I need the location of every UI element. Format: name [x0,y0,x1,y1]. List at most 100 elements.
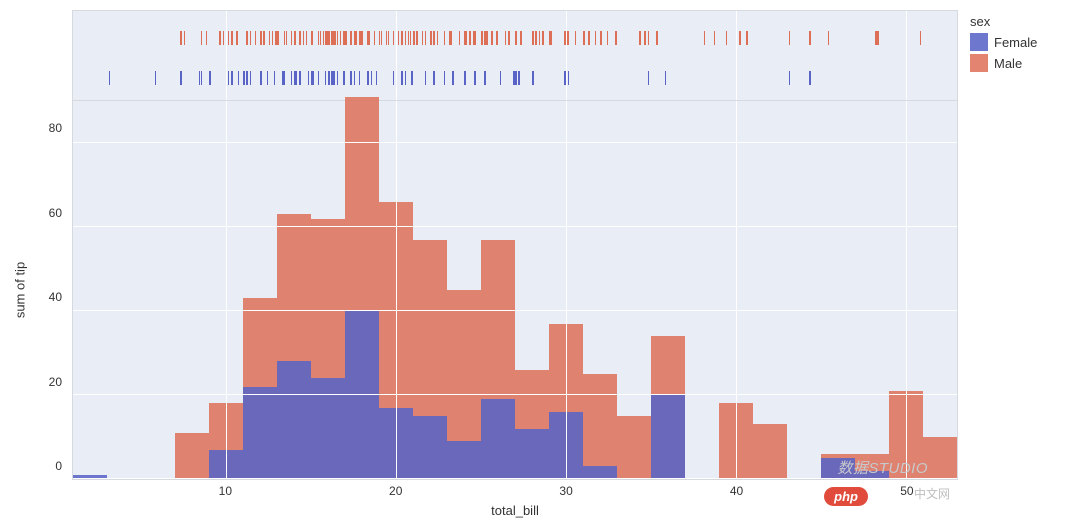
rug-tick [474,71,476,85]
rug-tick [491,31,493,45]
rug-tick [284,71,286,85]
rug-tick [665,71,667,85]
rug-tick [433,31,435,45]
rug-tick [350,31,352,45]
rug-tick [393,71,395,85]
rug-tick [607,31,609,45]
rug-tick [469,31,471,45]
x-tick-label: 50 [900,484,913,498]
rug-tick [515,31,517,45]
rug-tick [437,31,439,45]
bar-female [277,361,311,479]
legend-item-female: Female [970,33,1070,51]
rug-tick [656,31,658,45]
rug-tick [405,31,407,45]
rug-tick [381,31,383,45]
bar-group [821,101,855,479]
rug-tick [433,71,435,85]
rug-tick [450,31,452,45]
rug-tick [583,31,585,45]
bar-female [345,311,379,479]
rug-tick [238,71,240,85]
rug-tick [267,71,269,85]
rug-tick [362,31,364,45]
rug-tick [920,31,922,45]
rug-tick [532,31,534,45]
bar-group [277,101,311,479]
rug-tick [337,71,339,85]
rug-tick [600,31,602,45]
rug-tick [500,71,502,85]
rug-tick [184,31,186,45]
rug-tick [789,71,791,85]
legend-label-male: Male [994,56,1022,71]
rug-tick [648,71,650,85]
bar-female [515,429,549,479]
y-tick-label: 0 [55,459,62,473]
php-badge: php [824,487,868,506]
rug-tick [466,31,468,45]
rug-tick [401,71,403,85]
rug-tick [345,31,347,45]
rug-tick [515,71,517,85]
bar-group [617,101,651,479]
rug-tick [313,71,315,85]
rug-tick [535,31,537,45]
rug-tick [318,71,320,85]
rug-tick [422,31,424,45]
rug-tick [272,31,274,45]
rug-tick [209,71,211,85]
rug-tick [340,31,342,45]
rug-tick [354,71,356,85]
rug-tick [269,31,271,45]
y-axis-label: sum of tip [13,262,28,318]
rug-tick [325,71,327,85]
rug-tick [486,31,488,45]
bar-group [753,101,787,479]
rug-tick [359,71,361,85]
rug-tick [299,71,301,85]
rug-tick [575,31,577,45]
y-tick-label: 40 [49,290,62,304]
bar-group [175,101,209,479]
rug-tick [180,31,182,45]
legend-item-male: Male [970,54,1070,72]
rug-tick [328,31,330,45]
rug-tick [595,31,597,45]
rug-tick [520,31,522,45]
y-tick-label: 20 [49,375,62,389]
bar-group [481,101,515,479]
bar-group [243,101,277,479]
rug-tick [155,71,157,85]
rug-tick [809,31,811,45]
bar-male [175,433,209,479]
rug-tick [303,31,305,45]
rug-tick [219,31,221,45]
bar-group [73,101,107,479]
rug-tick [367,71,369,85]
rug-tick [639,31,641,45]
rug-tick [568,31,570,45]
x-tick-label: 30 [559,484,572,498]
rug-tick [588,31,590,45]
rug-tick [388,31,390,45]
rug-tick [393,31,395,45]
y-tick-label: 60 [49,206,62,220]
rug-tick [532,71,534,85]
rug-tick [410,31,412,45]
rug-tick [231,71,233,85]
bar-male [923,437,957,479]
bar-male [753,424,787,479]
rug-tick [228,71,230,85]
x-tick-label: 40 [730,484,743,498]
bars-layer [73,101,957,479]
rug-tick [201,71,203,85]
rug-tick [308,71,310,85]
rug-tick [484,71,486,85]
rug-row-female [73,69,957,87]
rug-tick [459,31,461,45]
bar-group [345,101,379,479]
rug-tick [481,31,483,45]
rug-tick [739,31,741,45]
rug-tick [337,31,339,45]
